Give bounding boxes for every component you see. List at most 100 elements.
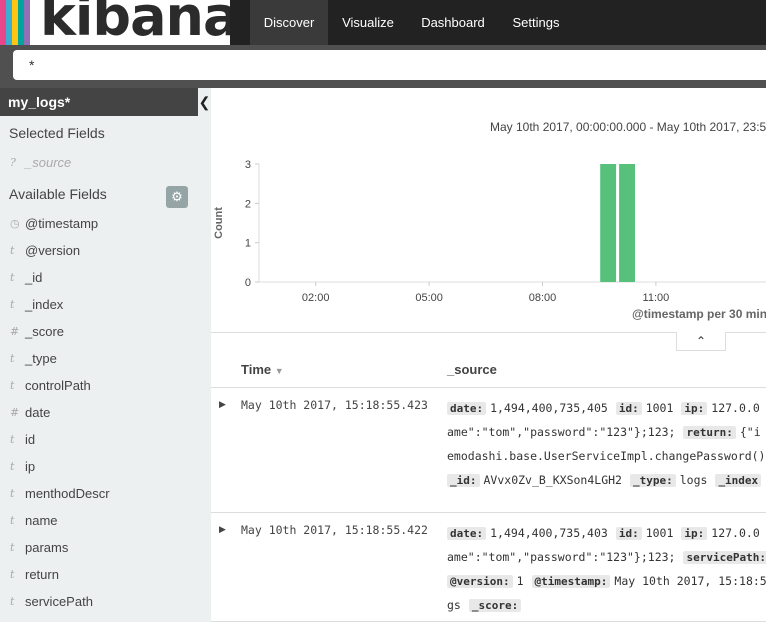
header-divider: [211, 387, 766, 388]
histogram-bar[interactable]: [600, 164, 617, 282]
source-line: ame":"tom","password":"123"};123; return:…: [447, 423, 766, 441]
field-item-version[interactable]: t @version: [0, 237, 211, 264]
field-label: _id: [25, 270, 43, 285]
field-item-id[interactable]: t _id: [0, 264, 211, 291]
row-timestamp: May 10th 2017, 15:18:55.422: [241, 523, 428, 537]
field-item-ip[interactable]: t ip: [0, 453, 211, 480]
x-tick-label: 11:00: [643, 292, 670, 304]
field-item-type[interactable]: t _type: [0, 345, 211, 372]
field-settings-button[interactable]: ⚙: [166, 186, 188, 208]
source-field-value: ame":"tom","password":"123"};123;: [447, 425, 676, 439]
collapse-chart-button[interactable]: ⌃: [676, 332, 726, 351]
source-field-value: ame":"tom","password":"123"};123;: [447, 550, 676, 564]
field-label: menthodDescr: [25, 486, 110, 501]
logo-stripes: [0, 0, 30, 45]
field-item-servicepath[interactable]: t servicePath: [0, 588, 211, 615]
field-item-score[interactable]: # _score: [0, 318, 211, 345]
string-type-icon: t: [10, 352, 15, 365]
selected-fields-title: Selected Fields: [9, 125, 105, 141]
string-type-icon: t: [10, 298, 15, 311]
source-field-key: id:: [615, 402, 642, 415]
field-label: controlPath: [25, 378, 91, 393]
source-field-key: date:: [447, 527, 487, 540]
y-tick-label: 1: [245, 238, 251, 250]
string-type-icon: t: [10, 271, 15, 284]
field-item-timestamp[interactable]: ◷ @timestamp: [0, 210, 211, 237]
field-item-controlpath[interactable]: t controlPath: [0, 372, 211, 399]
string-type-icon: t: [10, 595, 15, 608]
logo-text: kibana: [40, 0, 230, 45]
nav-dashboard[interactable]: Dashboard: [408, 0, 498, 45]
source-field-value: logs: [679, 473, 708, 487]
source-field-key: servicePath:: [683, 551, 766, 564]
field-label: id: [25, 432, 36, 447]
column-header-time-label: Time: [241, 362, 272, 377]
source-field-value: gs: [447, 598, 461, 612]
source-field-key: date:: [447, 402, 487, 415]
field-label: servicePath: [25, 594, 93, 609]
field-item-params[interactable]: t params: [0, 534, 211, 561]
source-field-key: @version:: [447, 575, 513, 588]
y-tick-label: 2: [245, 198, 251, 210]
string-type-icon: t: [10, 460, 15, 473]
source-field-value: 1,494,400,735,405: [490, 401, 608, 415]
number-type-icon: #: [10, 406, 20, 419]
source-line: gs _score:: [447, 596, 525, 614]
expand-row-icon[interactable]: ▶: [219, 399, 226, 410]
source-field-value: 1001: [645, 526, 674, 540]
expand-row-icon[interactable]: ▶: [219, 524, 226, 535]
histogram-bar[interactable]: [619, 164, 635, 282]
x-tick-label: 08:00: [529, 292, 557, 304]
source-field-key: id:: [615, 527, 642, 540]
source-field-value: 127.0.0: [711, 401, 760, 415]
source-field-key: _index: [715, 474, 762, 487]
source-field-key: @timestamp:: [531, 575, 611, 588]
top-nav: kibana Discover Visualize Dashboard Sett…: [0, 0, 766, 45]
column-header-time[interactable]: Time ▼: [241, 362, 284, 377]
y-axis-label: Count: [213, 207, 225, 239]
string-type-icon: t: [10, 487, 15, 500]
index-pattern-header[interactable]: my_logs*: [0, 88, 198, 116]
sort-desc-icon[interactable]: ▼: [275, 366, 284, 376]
field-item-date[interactable]: # date: [0, 399, 211, 426]
field-label: name: [25, 513, 58, 528]
selected-field-source[interactable]: ? _source: [0, 149, 211, 176]
field-label: params: [25, 540, 69, 555]
field-label: date: [25, 405, 51, 420]
string-type-icon: t: [10, 568, 15, 581]
x-tick-label: 05:00: [415, 292, 443, 304]
nav-discover[interactable]: Discover: [250, 0, 328, 45]
chevron-up-icon: ⌃: [695, 334, 707, 348]
source-field-key: _id:: [447, 474, 480, 487]
chevron-left-icon: ❮: [198, 94, 211, 110]
column-header-source: _source: [447, 362, 497, 377]
histogram-chart: 0 1 2 3 02:00 05:00 08:00 11:00 Count @timestamp …: [213, 159, 766, 321]
field-item-index[interactable]: t _index: [0, 291, 211, 318]
field-item-menthoddescr[interactable]: t menthodDescr: [0, 480, 211, 507]
source-field-value: {"i: [739, 425, 761, 439]
string-type-icon: t: [10, 541, 15, 554]
field-label: _type: [25, 351, 57, 366]
source-field-value: 1001: [645, 401, 674, 415]
source-field-key: return:: [683, 426, 736, 439]
kibana-logo[interactable]: kibana: [0, 0, 230, 45]
nav-settings[interactable]: Settings: [498, 0, 574, 45]
source-line: _id: AVvx0Zv_B_KXSon4LGH2 _type: logs _index: [447, 471, 765, 489]
field-label: @timestamp: [25, 216, 99, 231]
nav-visualize[interactable]: Visualize: [328, 0, 408, 45]
source-line: date: 1,494,400,735,403 id: 1001 ip: 127.0.0: [447, 524, 766, 542]
logo-stripe: [24, 0, 30, 45]
index-pattern-name: my_logs*: [8, 94, 71, 110]
source-field-key: ip:: [681, 402, 708, 415]
field-label: _score: [25, 324, 65, 339]
field-item-name[interactable]: t name: [0, 507, 211, 534]
field-item-id[interactable]: t id: [0, 426, 211, 453]
field-label: return: [25, 567, 59, 582]
field-item-return[interactable]: t return: [0, 561, 211, 588]
main-panel: May 10th 2017, 00:00:00.000 - May 10th 2…: [211, 88, 766, 622]
search-input[interactable]: [13, 50, 766, 80]
string-type-icon: t: [10, 244, 15, 257]
y-tick-label: 0: [245, 277, 251, 289]
sidebar: my_logs* ❮ Selected Fields ? _source Ava…: [0, 88, 211, 622]
collapse-sidebar-button[interactable]: ❮: [198, 88, 211, 116]
